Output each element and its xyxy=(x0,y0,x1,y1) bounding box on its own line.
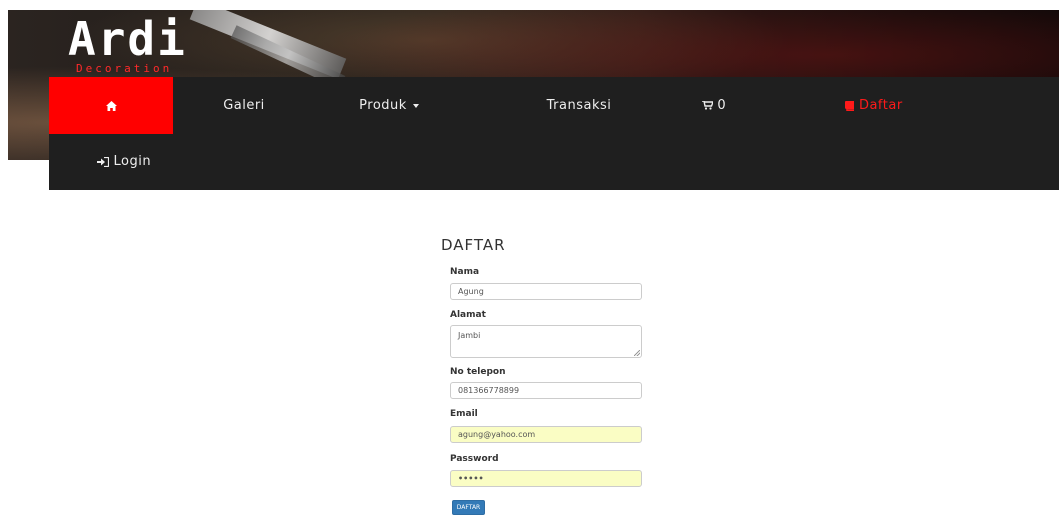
caret-down-icon xyxy=(412,103,419,108)
password-label: Password xyxy=(450,454,499,464)
nama-label: Nama xyxy=(450,267,480,277)
nav-login-label: Login xyxy=(113,154,152,169)
alamat-textarea[interactable]: Jambi xyxy=(450,325,642,358)
nav-cart[interactable]: 0 xyxy=(664,77,764,134)
email-label: Email xyxy=(450,409,478,419)
form-title: DAFTAR xyxy=(441,236,506,254)
nav-daftar-label: Daftar xyxy=(858,98,903,113)
telepon-field[interactable]: 081366778899 xyxy=(450,382,642,399)
main-navbar: Galeri Produk Transaksi 0 Daftar Login xyxy=(49,77,1059,190)
book-icon xyxy=(845,100,855,111)
cart-count: 0 xyxy=(717,98,727,113)
nav-transaksi[interactable]: Transaksi xyxy=(514,77,644,134)
nav-transaksi-label: Transaksi xyxy=(546,98,612,113)
nav-home[interactable] xyxy=(49,77,173,134)
nav-produk-label: Produk xyxy=(359,98,407,113)
sign-in-icon xyxy=(96,156,109,167)
nav-galeri[interactable]: Galeri xyxy=(189,77,299,134)
email-field[interactable]: agung@yahoo.com xyxy=(450,426,642,443)
alamat-label: Alamat xyxy=(450,310,486,320)
nav-login[interactable]: Login xyxy=(49,134,199,190)
nav-produk-dropdown[interactable]: Produk xyxy=(314,77,464,134)
nav-galeri-label: Galeri xyxy=(223,98,265,113)
shopping-cart-icon xyxy=(701,101,713,110)
password-field[interactable]: ••••• xyxy=(450,470,642,487)
home-icon xyxy=(105,100,117,111)
nav-daftar[interactable]: Daftar xyxy=(819,77,929,134)
resize-grip-icon[interactable] xyxy=(634,350,640,356)
telepon-label: No telepon xyxy=(450,367,506,377)
nama-field[interactable]: Agung xyxy=(450,283,642,300)
alamat-value: Jambi xyxy=(458,331,481,340)
logo-subtext: Decoration xyxy=(76,62,173,75)
logo[interactable]: Ardi xyxy=(68,16,187,62)
